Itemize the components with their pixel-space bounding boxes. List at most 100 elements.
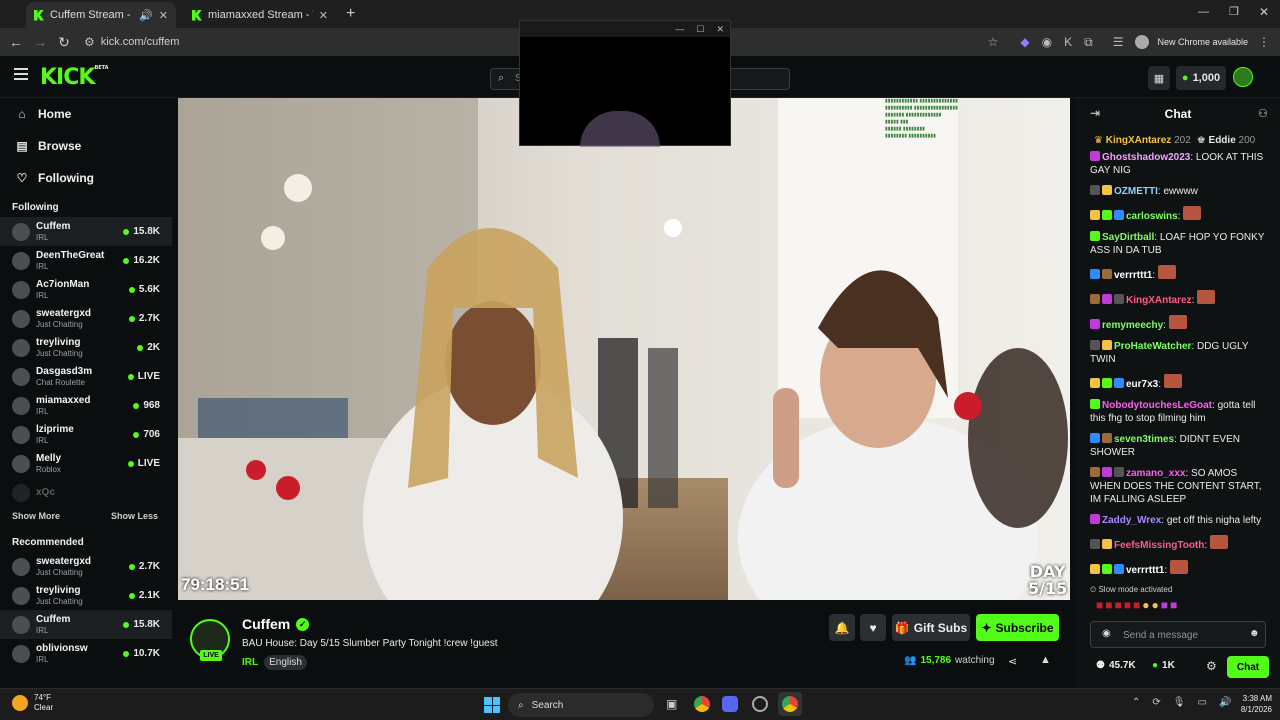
- chrome-active-app-icon[interactable]: [778, 692, 802, 716]
- back-icon[interactable]: ←: [4, 34, 28, 50]
- clock[interactable]: 3:38 AM 8/1/2026: [1228, 693, 1272, 715]
- chat-username[interactable]: Ghostshadow2023: [1102, 152, 1190, 163]
- sidebar-channel-deenthegreat[interactable]: DeenTheGreat IRL 16.2K: [0, 246, 172, 275]
- emoji-picker-icon[interactable]: ☻: [1249, 628, 1260, 639]
- speaker-icon[interactable]: 🔊: [139, 9, 153, 22]
- sidebar-channel-melly[interactable]: Melly Roblox LIVE: [0, 449, 172, 478]
- extensions-puzzle-icon[interactable]: ⧉: [1084, 35, 1093, 50]
- popup-video-window[interactable]: — ☐ ✕: [519, 20, 731, 147]
- emote-bar[interactable]: ■■■■■●●■■: [1096, 598, 1179, 612]
- chat-message[interactable]: Zaddy_Wrex: get off this nigha lefty: [1076, 514, 1280, 527]
- chrome-menu-icon[interactable]: ⋮: [1258, 35, 1270, 49]
- sidebar-channel-cuffem[interactable]: Cuffem IRL 15.8K: [0, 217, 172, 246]
- chat-username[interactable]: KingXAntarez: [1126, 295, 1192, 306]
- chat-username[interactable]: verrrttt1: [1126, 565, 1164, 576]
- user-avatar[interactable]: [1233, 67, 1253, 87]
- chat-points[interactable]: ● 1K: [1152, 660, 1175, 671]
- url-text[interactable]: kick.com/cuffem: [101, 36, 180, 48]
- gift-subs-button[interactable]: 🎁 Gift Subs: [892, 614, 970, 641]
- chat-message[interactable]: FeefsMissingTooth:: [1076, 535, 1280, 552]
- chrome-app-icon[interactable]: [694, 696, 710, 712]
- network-icon[interactable]: ▭: [1197, 697, 1206, 708]
- new-tab-icon[interactable]: +: [346, 5, 355, 23]
- chat-username[interactable]: FeefsMissingTooth: [1114, 540, 1204, 551]
- send-chat-button[interactable]: Chat: [1227, 656, 1269, 678]
- chat-message[interactable]: ProHateWatcher: DDG UGLY TWIN: [1076, 340, 1280, 366]
- leader-name[interactable]: Eddie: [1209, 135, 1236, 146]
- chat-message[interactable]: verrrttt1:: [1076, 560, 1280, 577]
- chat-message[interactable]: Ghostshadow2023: LOOK AT THIS GAY NIG: [1076, 151, 1280, 177]
- chat-message[interactable]: verrrttt1:: [1076, 265, 1280, 282]
- chat-username[interactable]: SayDirtball: [1102, 232, 1154, 243]
- chat-message[interactable]: SayDirtball: LOAF HOP YO FONKY ASS IN DA…: [1076, 231, 1280, 257]
- chat-username[interactable]: Zaddy_Wrex: [1102, 515, 1161, 526]
- forward-icon[interactable]: →: [28, 34, 52, 50]
- site-info-icon[interactable]: ⚙: [84, 35, 95, 49]
- follow-heart-icon[interactable]: ♥: [860, 614, 886, 641]
- extension-icon[interactable]: ◆: [1020, 35, 1029, 49]
- reading-list-icon[interactable]: ☰: [1113, 35, 1124, 49]
- chat-settings-gear-icon[interactable]: ⚙: [1206, 659, 1217, 673]
- report-icon[interactable]: ▲: [1040, 654, 1051, 666]
- browser-tab[interactable]: Cuffem Stream - Watch Live 🔊 ✕: [26, 2, 176, 28]
- sidebar-channel-oblivionsw[interactable]: oblivionsw IRL 10.7K: [0, 639, 172, 668]
- notification-bell-icon[interactable]: 🔔: [829, 614, 855, 641]
- sidebar-channel-lziprime[interactable]: lziprime IRL 706: [0, 420, 172, 449]
- profile-avatar[interactable]: [1135, 35, 1150, 49]
- chat-users-icon[interactable]: ⚇: [1258, 107, 1268, 120]
- chat-message[interactable]: carloswins:: [1076, 206, 1280, 223]
- share-icon[interactable]: ⋖: [1008, 655, 1017, 668]
- maximize-icon[interactable]: ☐: [696, 24, 704, 35]
- sidebar-channel-sweatergxd[interactable]: sweatergxd Just Chatting 2.7K: [0, 552, 172, 581]
- chat-message[interactable]: NobodytouchesLeGoat: gotta tell this fhg…: [1076, 399, 1280, 425]
- points-button[interactable]: ● 1,000: [1176, 66, 1226, 90]
- app-icon[interactable]: [752, 696, 768, 712]
- layout-toggle-icon[interactable]: ▦: [1148, 66, 1170, 90]
- tray-chevron-icon[interactable]: ⌃: [1132, 697, 1140, 708]
- chat-username[interactable]: remymeechy: [1102, 320, 1163, 331]
- maximize-icon[interactable]: ❐: [1229, 5, 1239, 18]
- chat-message[interactable]: zamano_xxx: SO AMOS WHEN DOES THE CONTEN…: [1076, 467, 1280, 506]
- language-tag[interactable]: English: [264, 655, 307, 670]
- nav-following[interactable]: ♡ Following: [0, 162, 172, 194]
- chat-username[interactable]: NobodytouchesLeGoat: [1102, 400, 1212, 411]
- chrome-update-button[interactable]: New Chrome available: [1157, 37, 1248, 47]
- close-tab-icon[interactable]: ✕: [319, 9, 328, 22]
- chat-username[interactable]: carloswins: [1126, 211, 1178, 222]
- mic-icon[interactable]: 🎙: [1173, 697, 1186, 708]
- chat-message-list[interactable]: Ghostshadow2023: LOOK AT THIS GAY NIG OZM…: [1076, 151, 1280, 583]
- sidebar-channel-treyliving[interactable]: treyliving Just Chatting 2.1K: [0, 581, 172, 610]
- windows-start-icon[interactable]: [484, 697, 500, 713]
- reload-icon[interactable]: ↻: [52, 34, 76, 51]
- chat-username[interactable]: eur7x3: [1126, 379, 1158, 390]
- nav-browse[interactable]: ▤ Browse: [0, 130, 172, 162]
- browser-tab[interactable]: miamaxxed Stream - Watch Live ✕: [184, 2, 336, 28]
- sidebar-channel-xqc[interactable]: xQc: [0, 478, 172, 507]
- show-less-button[interactable]: Show Less: [111, 511, 158, 521]
- extension-icon[interactable]: K: [1064, 35, 1072, 49]
- leader-name[interactable]: KingXAntarez: [1106, 135, 1172, 146]
- streamer-name[interactable]: Cuffem: [242, 616, 290, 632]
- task-view-icon[interactable]: ▣: [666, 697, 677, 711]
- sidebar-channel-miamaxxed[interactable]: miamaxxed IRL 968: [0, 391, 172, 420]
- video-player[interactable]: ▮▮▮▮▮▮▮▮▮▮▮▮ ▮▮▮▮▮▮▮▮▮▮▮▮▮▮ ▮▮▮▮▮▮▮▮▮▮ ▮▮…: [178, 98, 1070, 600]
- sidebar-channel-ac7ionman[interactable]: Ac7ionMan IRL 5.6K: [0, 275, 172, 304]
- sidebar-channel-cuffem[interactable]: Cuffem IRL 15.8K: [0, 610, 172, 639]
- close-tab-icon[interactable]: ✕: [159, 9, 168, 22]
- sync-icon[interactable]: ⟳: [1152, 697, 1160, 708]
- system-tray[interactable]: ⌃ ⟳ 🎙 ▭ 🔊: [1132, 697, 1231, 708]
- chat-username[interactable]: verrrttt1: [1114, 270, 1152, 281]
- close-icon[interactable]: ✕: [716, 24, 724, 35]
- taskbar-search[interactable]: ⌕ Search: [508, 693, 654, 717]
- chat-username[interactable]: OZMETTI: [1114, 186, 1158, 197]
- chat-message[interactable]: remymeechy:: [1076, 315, 1280, 332]
- nav-home[interactable]: ⌂ Home: [0, 98, 172, 130]
- chat-message[interactable]: eur7x3:: [1076, 374, 1280, 391]
- weather-widget[interactable]: 74°F Clear: [34, 693, 53, 713]
- minimize-icon[interactable]: —: [1198, 6, 1209, 18]
- extension-icon[interactable]: ◉: [1042, 35, 1052, 49]
- chat-message[interactable]: KingXAntarez:: [1076, 290, 1280, 307]
- kick-logo[interactable]: KICKBETA: [40, 65, 109, 90]
- bookmark-star-icon[interactable]: ☆: [988, 35, 999, 49]
- close-window-icon[interactable]: ✕: [1259, 5, 1269, 19]
